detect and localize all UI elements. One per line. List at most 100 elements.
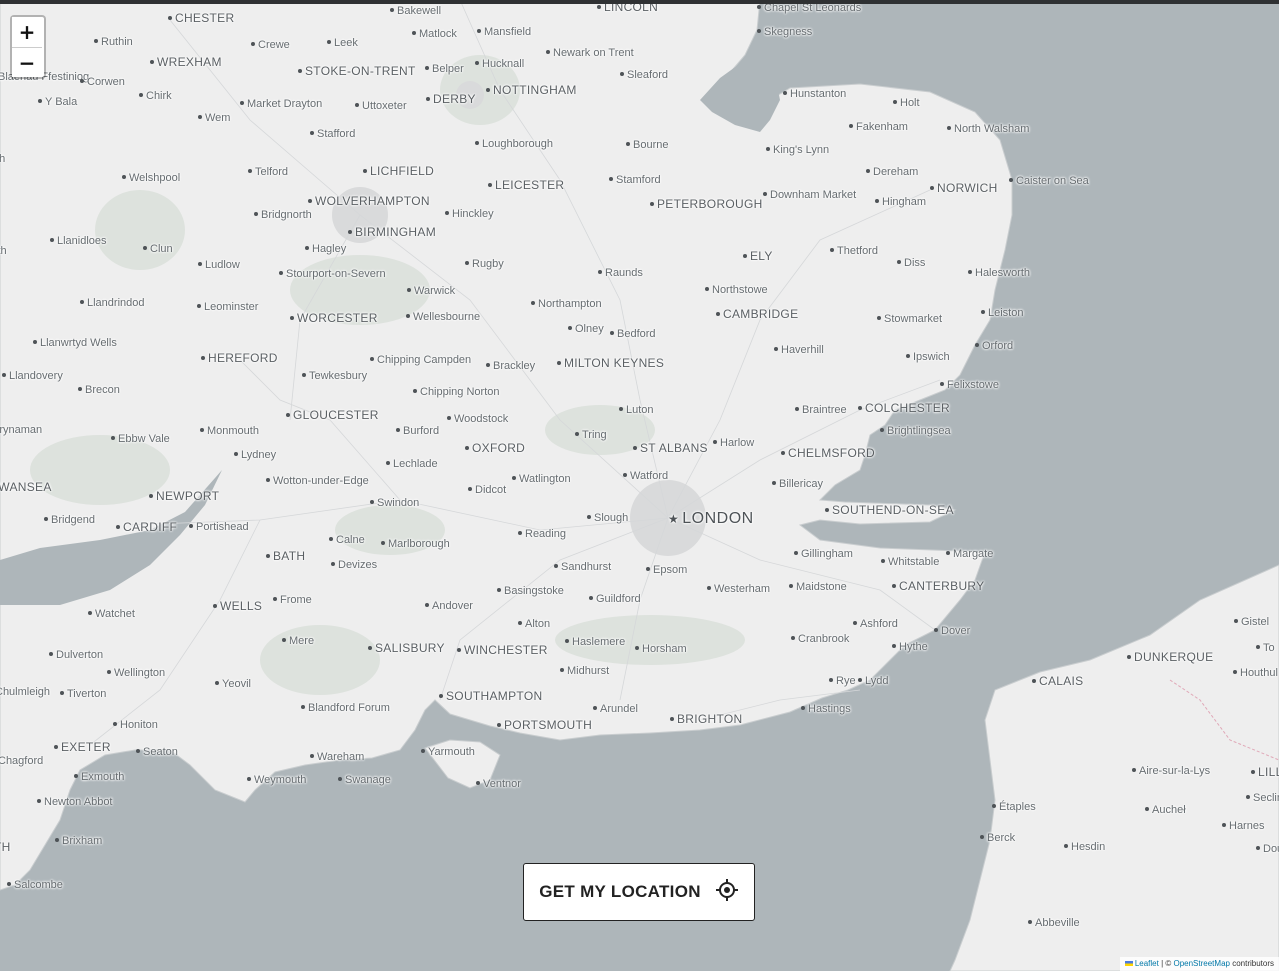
place-marker-icon — [1009, 178, 1013, 183]
place-name: Mere — [289, 635, 315, 647]
place-label-salcombe: Salcombe — [7, 879, 63, 891]
place-marker-icon — [44, 517, 48, 522]
place-marker-icon — [136, 749, 140, 754]
place-label-westerham: Westerham — [707, 583, 770, 595]
place-label-wells: WELLS — [213, 600, 262, 612]
place-name: Hastings — [808, 703, 851, 715]
place-label-belper: Belper — [425, 63, 464, 75]
place-label-dulverton: Dulverton — [49, 649, 103, 661]
place-marker-icon — [947, 126, 951, 131]
place-marker-icon — [633, 445, 637, 450]
place-label-portsmouth: PORTSMOUTH — [497, 719, 592, 731]
place-name: Brixham — [62, 835, 103, 847]
place-label-thetford: Thetford — [830, 245, 878, 257]
place-name: SALISBURY — [375, 641, 445, 655]
place-marker-icon — [111, 436, 115, 441]
place-marker-icon — [2, 373, 6, 378]
place-name: Brightlingsea — [887, 425, 951, 437]
map-canvas[interactable]: CHESTER Bakewell LINCOLN Chapel St Leonards… — [0, 0, 1279, 971]
place-label-llanwrtyd-wells: Llanwrtyd Wells — [33, 337, 117, 349]
osm-link[interactable]: OpenStreetMap — [1173, 959, 1229, 968]
place-label-haverhill: Haverhill — [774, 344, 824, 356]
place-name: Warwick — [414, 285, 456, 297]
place-marker-icon — [626, 142, 630, 147]
place-label-horsham: Horsham — [635, 643, 687, 655]
place-marker-icon — [78, 387, 82, 392]
place-name: Y Bala — [45, 96, 78, 108]
leaflet-flag-icon — [1124, 961, 1133, 966]
place-name: NORWICH — [937, 181, 998, 195]
place-name: Chagford — [0, 755, 44, 767]
place-marker-icon — [290, 315, 294, 320]
place-marker-icon — [707, 586, 711, 591]
place-name: Dereham — [873, 166, 919, 178]
place-label-stourport-on-severn: Stourport-on-Severn — [279, 268, 386, 280]
place-marker-icon — [892, 644, 896, 649]
place-marker-icon — [757, 5, 761, 10]
map-attribution: Leaflet | © OpenStreetMap contributors — [1119, 957, 1279, 971]
place-label-lydd: Lydd — [858, 675, 888, 687]
place-label-calne: Calne — [329, 534, 365, 546]
place-marker-icon — [457, 647, 461, 652]
place-name: Midhurst — [567, 665, 610, 677]
place-label-brightlingsea: Brightlingsea — [880, 425, 951, 437]
place-label-calais: CALAIS — [1032, 675, 1084, 687]
place-name: Chipping Norton — [420, 386, 500, 398]
place-label-ebbw-vale: Ebbw Vale — [111, 433, 170, 445]
place-marker-icon — [593, 706, 597, 711]
place-name: Chulmleigh — [0, 686, 51, 698]
place-label-harlow: Harlow — [713, 437, 754, 449]
place-name: Hagley — [312, 243, 347, 255]
place-name: Horsham — [642, 643, 687, 655]
place-name: Ipswich — [913, 351, 950, 363]
place-label-northampton: Northampton — [531, 298, 602, 310]
place-marker-icon — [465, 445, 469, 450]
place-name: Brackley — [493, 360, 536, 372]
place-marker-icon — [930, 185, 934, 190]
place-marker-icon — [302, 373, 306, 378]
place-marker-icon — [763, 192, 767, 197]
place-marker-icon — [386, 461, 390, 466]
place-name: PETERBOROUGH — [657, 197, 763, 211]
place-label-chipping-norton: Chipping Norton — [413, 386, 500, 398]
place-label-clun: Clun — [143, 243, 173, 255]
place-marker-icon — [518, 621, 522, 626]
place-name: Bridgnorth — [261, 209, 312, 221]
place-marker-icon — [348, 229, 352, 234]
zoom-in-button[interactable]: + — [12, 17, 42, 47]
place-marker-icon — [646, 567, 650, 572]
place-name: PORTSMOUTH — [504, 718, 593, 732]
place-label-dou: Dou — [1256, 843, 1279, 855]
place-name: HEREFORD — [208, 351, 278, 365]
place-name: ST ALBANS — [640, 441, 708, 455]
place-label-sleaford: Sleaford — [620, 69, 668, 81]
place-marker-icon — [80, 79, 84, 84]
place-marker-icon — [363, 168, 367, 173]
place-name: Seaton — [143, 746, 178, 758]
place-name: Matlock — [419, 28, 457, 40]
place-name: Olney — [575, 323, 604, 335]
place-marker-icon — [858, 405, 862, 410]
place-label-leominster: Leominster — [197, 301, 258, 313]
place-marker-icon — [308, 198, 312, 203]
place-name: WINCHESTER — [464, 643, 548, 657]
place-marker-icon — [468, 487, 472, 492]
leaflet-link[interactable]: Leaflet — [1135, 959, 1159, 968]
place-marker-icon — [546, 50, 550, 55]
place-label-skegness: Skegness — [757, 26, 812, 38]
place-name: Devizes — [338, 559, 378, 571]
place-name: Berck — [987, 832, 1016, 844]
zoom-out-button[interactable]: − — [12, 47, 42, 77]
place-name: Tewkesbury — [309, 370, 368, 382]
place-name: Luton — [626, 404, 654, 416]
place-name: BRIGHTON — [677, 712, 743, 726]
place-label-chelmsford: CHELMSFORD — [781, 447, 875, 459]
place-label-lechlade: Lechlade — [386, 458, 438, 470]
place-name: uth — [0, 153, 6, 165]
place-marker-icon — [421, 749, 425, 754]
place-name: Cranbrook — [798, 633, 850, 645]
place-name: Gillingham — [801, 548, 853, 560]
place-name: WORCESTER — [297, 311, 378, 325]
place-name: Billericay — [779, 478, 824, 490]
get-my-location-button[interactable]: GET MY LOCATION — [523, 863, 755, 921]
